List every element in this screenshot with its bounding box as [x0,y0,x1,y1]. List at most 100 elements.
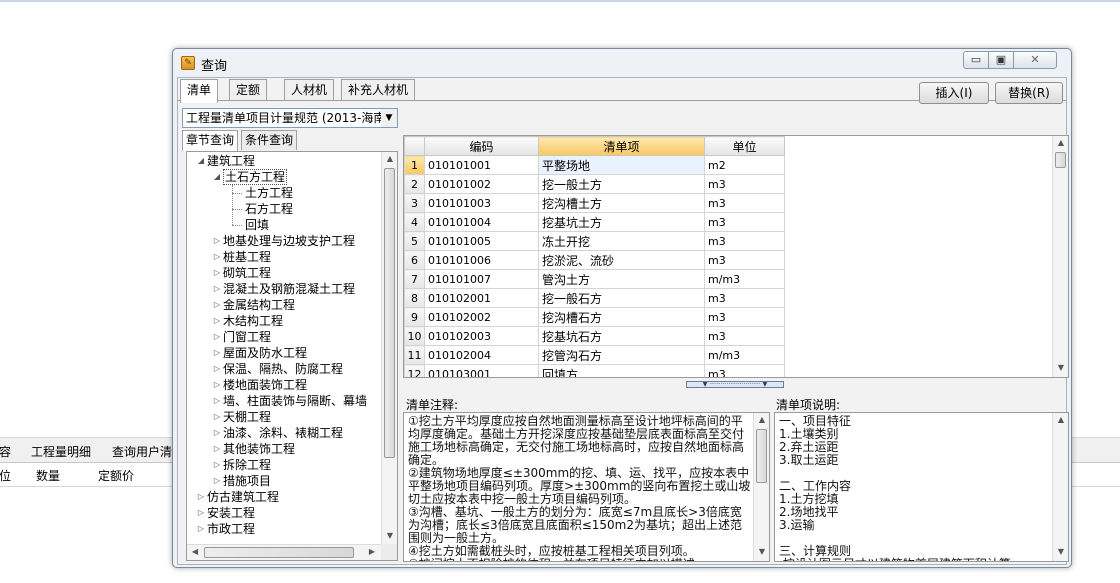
tree-expand-icon[interactable]: ▷ [211,345,223,361]
row-number-cell[interactable]: 3 [404,193,425,213]
table-row[interactable]: 4 010101004 挖基坑土方 m3 [404,212,785,232]
row-number-cell[interactable]: 11 [404,345,425,365]
row-number-cell[interactable]: 1 [404,155,425,175]
scroll-down-arrow-icon[interactable]: ▼ [754,547,769,556]
unit-cell[interactable]: m3 [704,307,785,327]
row-number-cell[interactable]: 8 [404,288,425,308]
row-number-cell[interactable]: 2 [404,174,425,194]
scroll-down-arrow-icon[interactable]: ▼ [1053,363,1068,372]
bill-item-grid[interactable]: 编码 清单项 单位 1 010101001 平整场地 m2 2 010101002 挖一般土… [403,135,1069,378]
item-name-cell[interactable]: 回填方 [538,364,705,377]
tree-node-chapter[interactable]: ▷ 木结构工程 [211,313,283,329]
tree-node-root[interactable]: ▷ 安装工程 [195,505,255,521]
tree-node-chapter[interactable]: ▷ 楼地面装饰工程 [211,377,307,393]
minimize-button[interactable]: ▭ [963,51,989,69]
tab-supplement-material[interactable]: 补充人材机 [341,79,416,101]
unit-cell[interactable]: m/m3 [704,345,785,365]
tree-leaf-item[interactable]: 土方工程 [245,185,293,201]
tree-node-chapter[interactable]: ▷ 保温、隔热、防腐工程 [211,361,343,377]
code-cell[interactable]: 010102001 [424,288,539,308]
tree-expand-icon[interactable]: ▷ [195,489,207,505]
tree-vertical-scrollbar[interactable]: ▲ ▼ [381,152,397,545]
table-row[interactable]: 2 010101002 挖一般土方 m3 [404,174,785,194]
tree-expand-icon[interactable]: ▷ [211,329,223,345]
tree-expand-icon[interactable]: ▷ [211,281,223,297]
tree-node-root[interactable]: ▷ 仿古建筑工程 [195,489,279,505]
tree-scroll-thumb[interactable] [384,168,395,458]
unit-cell[interactable]: m3 [704,288,785,308]
item-name-cell[interactable]: 挖基坑土方 [538,212,705,232]
tree-expand-icon[interactable]: ▷ [211,265,223,281]
code-cell[interactable]: 010101002 [424,174,539,194]
row-number-cell[interactable]: 5 [404,231,425,251]
scroll-up-arrow-icon[interactable]: ▲ [1053,138,1068,147]
tree-expand-icon[interactable]: ▷ [211,425,223,441]
unit-cell[interactable]: m3 [704,212,785,232]
row-number-cell[interactable]: 6 [404,250,425,270]
tab-bill-list[interactable]: 清单 [180,79,219,103]
tree-expand-icon[interactable]: ▷ [211,457,223,473]
panel-splitter-handle[interactable]: ▼ ··························· ▼ [686,381,784,388]
tree-expand-icon[interactable]: ▷ [211,233,223,249]
item-name-cell[interactable]: 挖基坑石方 [538,326,705,346]
item-name-cell[interactable]: 挖一般石方 [538,288,705,308]
spec-select[interactable]: 工程量清单项目计量规范 (2013-海南 ▼ [182,108,398,128]
item-name-cell[interactable]: 平整场地 [538,155,705,175]
code-cell[interactable]: 010101007 [424,269,539,289]
tree-node-chapter[interactable]: ▷ 金属结构工程 [211,297,295,313]
scroll-up-arrow-icon[interactable]: ▲ [754,415,769,424]
tree-expand-icon[interactable]: ▷ [211,377,223,393]
tree-leaf-item[interactable]: 回填 [245,217,269,233]
tree-collapse-icon[interactable]: ◢ [211,169,223,185]
insert-button[interactable]: 插入(I) [919,82,989,104]
tree-collapse-icon[interactable]: ◢ [195,153,207,169]
tab-labor-material-machine[interactable]: 人材机 [284,79,335,101]
item-name-cell[interactable]: 挖一般土方 [538,174,705,194]
column-header-code[interactable]: 编码 [424,136,539,156]
tree-node-chapter[interactable]: ▷ 砌筑工程 [211,265,271,281]
row-number-cell[interactable]: 7 [404,269,425,289]
background-tab-user-list[interactable]: 查询用户清 [112,443,172,460]
scroll-right-arrow-icon[interactable]: ▶ [364,547,380,556]
table-row[interactable]: 11 010102004 挖管沟石方 m/m3 [404,345,785,365]
grid-scroll-thumb[interactable] [1055,152,1066,168]
scroll-up-arrow-icon[interactable]: ▲ [1053,415,1068,424]
background-tab[interactable]: 容 [0,443,11,460]
notes-vertical-scrollbar[interactable]: ▲ ▼ [753,413,769,561]
unit-cell[interactable]: m3 [704,174,785,194]
tree-node-chapter[interactable]: ▷ 天棚工程 [211,409,271,425]
row-number-cell[interactable]: 12 [404,364,425,377]
tree-horizontal-scrollbar[interactable]: ◀ ▶ [187,544,381,560]
table-row[interactable]: 5 010101005 冻土开挖 m3 [404,231,785,251]
table-row[interactable]: 12 010103001 回填方 m3 [404,364,785,377]
code-cell[interactable]: 010102002 [424,307,539,327]
unit-cell[interactable]: m3 [704,326,785,346]
table-row[interactable]: 8 010102001 挖一般石方 m3 [404,288,785,308]
tree-node-chapter[interactable]: ▷ 油漆、涂料、裱糊工程 [211,425,343,441]
scroll-left-arrow-icon[interactable]: ◀ [187,547,203,556]
tree-expand-icon[interactable]: ▷ [195,521,207,537]
scroll-down-arrow-icon[interactable]: ▼ [1053,547,1068,556]
table-row[interactable]: 1 010101001 平整场地 m2 [404,155,785,175]
code-cell[interactable]: 010101005 [424,231,539,251]
code-cell[interactable]: 010101001 [424,155,539,175]
table-row[interactable]: 3 010101003 挖沟槽土方 m3 [404,193,785,213]
notes-textbox[interactable]: ①挖土方平均厚度应按自然地面测量标高至设计地坪标高间的平均厚度确定。基础土方开挖… [403,412,770,562]
tree-expand-icon[interactable]: ▷ [211,473,223,489]
tree-leaf-item[interactable]: 石方工程 [245,201,293,217]
item-name-cell[interactable]: 冻土开挖 [538,231,705,251]
chapter-tree[interactable]: ◢ 建筑工程 ◢ 土石方工程 土方工程 石方工程 回填 ▷ 地基处理与边坡支护工程 ▷ 桩基工程 ▷ 砌… [186,151,398,561]
unit-cell[interactable]: m2 [704,155,785,175]
unit-cell[interactable]: m3 [704,250,785,270]
table-row[interactable]: 10 010102003 挖基坑石方 m3 [404,326,785,346]
code-cell[interactable]: 010101006 [424,250,539,270]
code-cell[interactable]: 010101003 [424,193,539,213]
maximize-button[interactable]: ▣ [988,51,1014,69]
item-name-cell[interactable]: 挖管沟石方 [538,345,705,365]
tree-node-chapter[interactable]: ▷ 拆除工程 [211,457,271,473]
background-tab-quantity-detail[interactable]: 工程量明细 [31,443,91,460]
scroll-down-arrow-icon[interactable]: ▼ [382,531,397,540]
tree-expand-icon[interactable]: ▷ [211,393,223,409]
tree-hscroll-thumb[interactable] [204,547,354,558]
description-vertical-scrollbar[interactable]: ▲ ▼ [1052,413,1068,561]
